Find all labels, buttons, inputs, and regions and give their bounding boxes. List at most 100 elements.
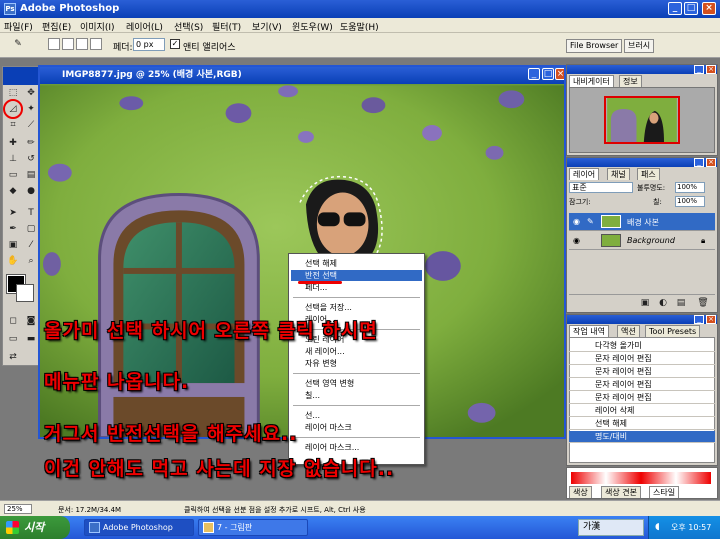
subtract-selection-icon[interactable] — [76, 38, 88, 50]
ctx-fill[interactable]: 선... — [291, 410, 422, 421]
history-close-button[interactable]: × — [706, 315, 716, 324]
history-minimize-button[interactable]: _ — [694, 315, 704, 324]
ctx-layer-mask[interactable]: 레이어 마스크... — [291, 442, 422, 453]
history-row[interactable]: 다각형 올가미 — [569, 340, 715, 352]
ctx-save-selection[interactable]: 선택을 저장... — [291, 302, 422, 313]
history-brush-tool-icon[interactable]: ↺ — [25, 153, 37, 165]
path-selection-tool-icon[interactable]: ➤ — [7, 207, 19, 219]
ctx-layer-via-cut[interactable]: 새 레이어... — [291, 346, 422, 357]
background-color-swatch[interactable] — [16, 284, 34, 302]
notes-tool-icon[interactable]: ▣ — [7, 239, 19, 251]
speaker-icon[interactable]: ◖ — [655, 522, 660, 532]
layer-row[interactable]: ◉ Background 🔒︎ — [569, 232, 715, 250]
brush-tool-icon[interactable]: ✏ — [25, 137, 37, 149]
lasso-preset-icon[interactable]: ✎ — [12, 38, 24, 50]
navigator-minimize-button[interactable]: _ — [694, 65, 704, 74]
fill-input[interactable]: 100% — [675, 196, 705, 207]
eraser-tool-icon[interactable]: ▭ — [7, 169, 19, 181]
eyedropper-tool-icon[interactable]: ⁄ — [25, 239, 37, 251]
ctx-transform-selection[interactable]: 칠... — [291, 390, 422, 401]
hand-tool-icon[interactable]: ✋ — [7, 255, 19, 267]
standard-mode-icon[interactable]: ◻ — [7, 315, 19, 327]
healing-brush-tool-icon[interactable]: ✚ — [7, 137, 19, 149]
history-row[interactable]: 문자 레이어 편집 — [569, 379, 715, 391]
task-photoshop[interactable]: Adobe Photoshop — [84, 519, 194, 536]
jump-to-imageready-icon[interactable]: ⇄ — [7, 351, 19, 363]
tab-tool-presets[interactable]: Tool Presets — [645, 325, 701, 337]
tab-actions[interactable]: 액션 — [617, 325, 640, 337]
magic-wand-tool-icon[interactable]: ✦ — [25, 103, 37, 115]
eye-icon[interactable]: ◉ — [573, 217, 580, 226]
menu-view[interactable]: 보기(V) — [252, 20, 282, 33]
tab-info[interactable]: 정보 — [619, 75, 642, 87]
ctx-stroke[interactable]: 레이어 마스크 — [291, 422, 422, 433]
doc-maximize-button[interactable]: □ — [542, 68, 554, 80]
task-paint[interactable]: 7 - 그림판 — [198, 519, 308, 536]
menu-file[interactable]: 파일(F) — [4, 20, 33, 33]
type-tool-icon[interactable]: T — [25, 207, 37, 219]
intersect-selection-icon[interactable] — [90, 38, 102, 50]
layers-close-button[interactable]: × — [706, 158, 716, 167]
file-browser-tab[interactable]: File Browser — [566, 39, 623, 53]
quick-mask-mode-icon[interactable]: ◙ — [25, 315, 37, 327]
close-button[interactable]: × — [702, 2, 716, 15]
trash-icon[interactable]: 🗑︎ — [697, 297, 709, 309]
blur-tool-icon[interactable]: ◆ — [7, 185, 19, 197]
brushes-tab[interactable]: 브러시 — [624, 39, 655, 53]
new-set-icon[interactable]: ▤ — [675, 297, 687, 309]
add-mask-icon[interactable]: ◐ — [657, 297, 669, 309]
screen-mode-standard-icon[interactable]: ▭ — [7, 333, 19, 345]
slice-tool-icon[interactable]: ⟋ — [25, 119, 37, 131]
shape-tool-icon[interactable]: ▢ — [25, 223, 37, 235]
tab-paths[interactable]: 패스 — [637, 168, 660, 180]
navigator-thumbnail[interactable] — [604, 96, 680, 144]
style-swatches[interactable] — [571, 472, 711, 484]
history-row[interactable]: 문자 레이어 편집 — [569, 366, 715, 378]
history-row[interactable]: 문자 레이어 편집 — [569, 353, 715, 365]
doc-close-button[interactable]: × — [555, 68, 564, 80]
menu-window[interactable]: 윈도우(W) — [292, 20, 333, 33]
ctx-select-inverse[interactable]: 반전 선택 — [291, 270, 422, 281]
doc-minimize-button[interactable]: _ — [528, 68, 540, 80]
menu-edit[interactable]: 편집(E) — [42, 20, 71, 33]
ctx-new-layer[interactable]: 자유 변형 — [291, 358, 422, 369]
clock[interactable]: 오후 10:57 — [671, 522, 711, 533]
ctx-deselect[interactable]: 선택 해제 — [291, 258, 422, 269]
clone-stamp-tool-icon[interactable]: ⊥ — [7, 153, 19, 165]
menu-select[interactable]: 선택(S) — [174, 20, 203, 33]
ctx-free-transform[interactable]: 선택 영역 변형 — [291, 378, 422, 389]
move-tool-icon[interactable]: ✥ — [25, 87, 37, 99]
zoom-level[interactable]: 25% — [4, 504, 32, 514]
gradient-tool-icon[interactable]: ▤ — [25, 169, 37, 181]
new-layer-icon[interactable]: ▣ — [639, 297, 651, 309]
maximize-button[interactable]: □ — [684, 2, 698, 15]
navigator-close-button[interactable]: × — [706, 65, 716, 74]
add-selection-icon[interactable] — [62, 38, 74, 50]
tab-layers[interactable]: 레이어 — [569, 168, 600, 180]
tab-color[interactable]: 색상 — [569, 486, 592, 498]
history-row[interactable]: 명도/대비 — [569, 431, 715, 443]
pen-tool-icon[interactable]: ✒ — [7, 223, 19, 235]
tab-swatches[interactable]: 색상 견본 — [601, 486, 641, 498]
history-row[interactable]: 문자 레이어 편집 — [569, 392, 715, 404]
zoom-tool-icon[interactable]: ⌕ — [25, 255, 37, 267]
history-row[interactable]: 선택 해제 — [569, 418, 715, 430]
menu-image[interactable]: 이미지(I) — [80, 20, 115, 33]
antialias-checkbox[interactable]: ✓ — [170, 39, 180, 49]
opacity-input[interactable]: 100% — [675, 182, 705, 193]
menu-filter[interactable]: 필터(T) — [212, 20, 241, 33]
menu-help[interactable]: 도움말(H) — [340, 20, 379, 33]
layer-row[interactable]: ◉ ✎ 배경 사본 — [569, 213, 715, 231]
tab-channels[interactable]: 채널 — [607, 168, 630, 180]
blend-mode-select[interactable]: 표준 — [569, 182, 633, 193]
marquee-tool-icon[interactable]: ⬚ — [7, 87, 19, 99]
ime-bar[interactable]: 가漢 — [578, 519, 644, 536]
tab-navigator[interactable]: 내비게이터 — [569, 75, 614, 87]
layers-minimize-button[interactable]: _ — [694, 158, 704, 167]
eye-icon[interactable]: ◉ — [573, 236, 580, 245]
start-button[interactable]: 시작 — [0, 516, 70, 539]
tab-history[interactable]: 작업 내역 — [569, 325, 609, 337]
minimize-button[interactable]: _ — [668, 2, 682, 15]
crop-tool-icon[interactable]: ⌗ — [7, 119, 19, 131]
dodge-tool-icon[interactable]: ● — [25, 185, 37, 197]
